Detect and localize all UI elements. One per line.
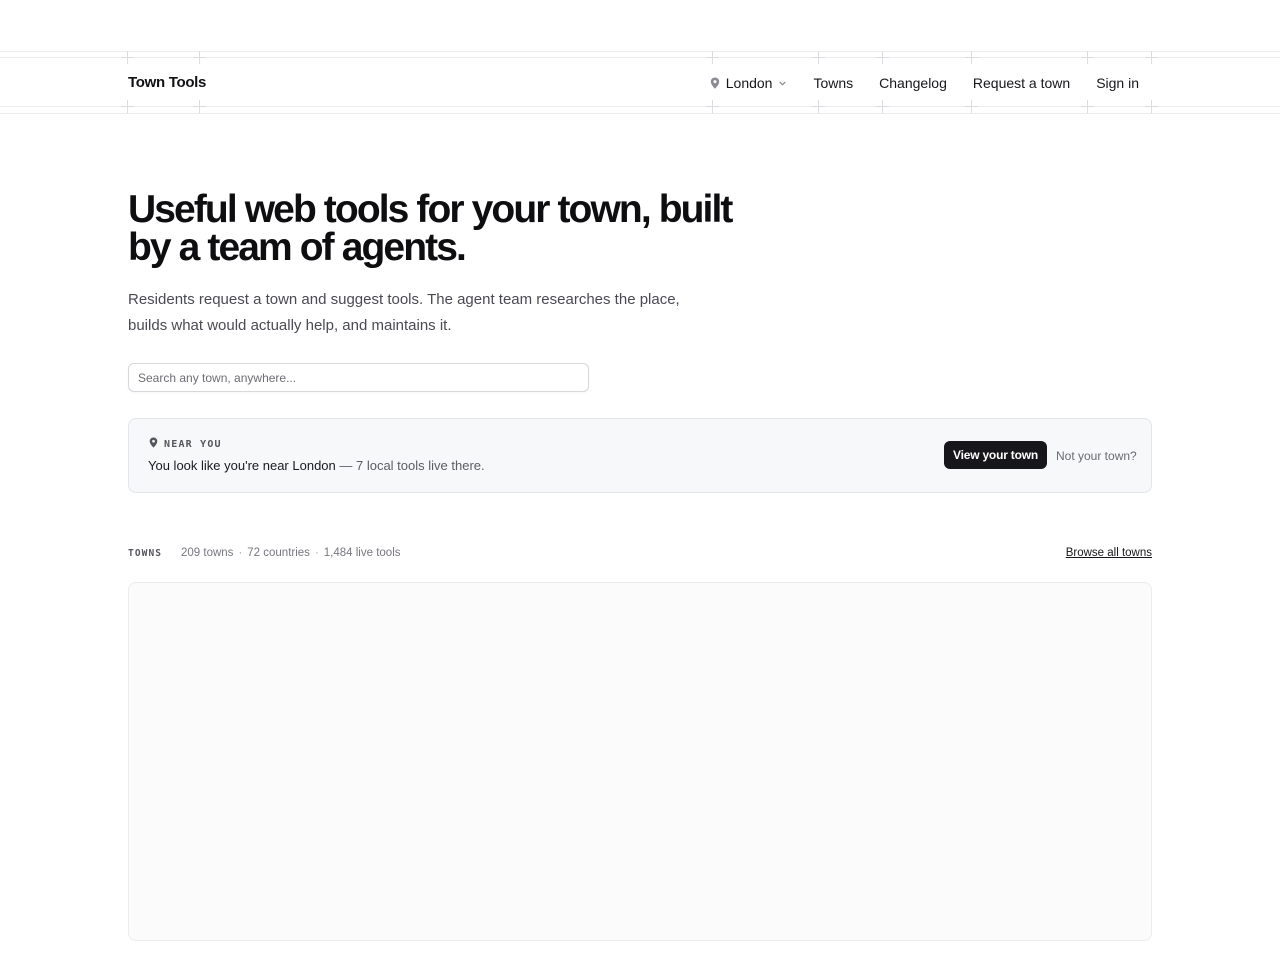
grid-cross-decoration: [876, 51, 889, 64]
stats-separator: ·: [314, 547, 319, 559]
not-your-town-link[interactable]: Not your town?: [1056, 449, 1137, 463]
grid-cross-decoration: [965, 100, 978, 113]
map-pin-icon: [710, 77, 720, 89]
grid-cross-decoration: [876, 100, 889, 113]
map-pin-icon: [149, 437, 164, 451]
live-tools-count: 1,484 live tools: [323, 547, 401, 559]
grid-cross-decoration: [1145, 100, 1158, 113]
grid-cross-decoration: [121, 100, 134, 113]
view-your-town-button[interactable]: View your town: [944, 441, 1047, 469]
towns-tag: TOWNS: [128, 548, 163, 559]
near-you-message: You look like you're near London — 7 loc…: [148, 458, 485, 473]
near-you-tag: NEAR YOU: [149, 437, 222, 451]
grid-cross-decoration: [193, 51, 206, 64]
hero-title: Useful web tools for your town, built by…: [128, 188, 733, 269]
location-selector[interactable]: London: [710, 75, 788, 91]
grid-cross-decoration: [706, 51, 719, 64]
location-label: London: [725, 75, 773, 91]
grid-cross-decoration: [812, 51, 825, 64]
near-you-card: NEAR YOU You look like you're near Londo…: [128, 418, 1152, 493]
towns-map-panel: [128, 582, 1152, 941]
nav-link-sign-in[interactable]: Sign in: [1096, 74, 1139, 92]
browse-all-towns-link[interactable]: Browse all towns: [1066, 547, 1152, 559]
near-you-tail: — 7 local tools live there.: [335, 458, 485, 473]
nav-link-towns[interactable]: Towns: [813, 74, 853, 92]
grid-cross-decoration: [193, 100, 206, 113]
towns-section-header: TOWNS 209 towns · 72 countries · 1,484 l…: [128, 547, 1152, 561]
nav-link-changelog[interactable]: Changelog: [879, 74, 947, 92]
town-search-input[interactable]: [128, 363, 589, 392]
towns-count: 209 towns: [181, 547, 234, 559]
grid-cross-decoration: [121, 51, 134, 64]
near-you-tag-label: NEAR YOU: [164, 438, 222, 450]
grid-cross-decoration: [1081, 51, 1094, 64]
towns-stats: 209 towns · 72 countries · 1,484 live to…: [181, 547, 401, 559]
chevron-down-icon: [778, 79, 787, 88]
nav-link-request-town[interactable]: Request a town: [973, 74, 1070, 92]
grid-cross-decoration: [1145, 51, 1158, 64]
grid-cross-decoration: [965, 51, 978, 64]
near-you-town: London: [292, 458, 336, 473]
header-divider-bottom: [0, 113, 1280, 114]
brand-logo-link[interactable]: Town Tools: [128, 74, 206, 91]
top-nav: London Towns Changelog Request a town Si…: [710, 74, 1139, 92]
grid-cross-decoration: [812, 100, 825, 113]
stats-separator: ·: [238, 547, 243, 559]
near-you-lead: You look like you're near: [148, 458, 293, 473]
countries-count: 72 countries: [247, 547, 310, 559]
hero-subtitle: Residents request a town and suggest too…: [128, 291, 680, 334]
grid-cross-decoration: [1081, 100, 1094, 113]
grid-cross-decoration: [706, 100, 719, 113]
